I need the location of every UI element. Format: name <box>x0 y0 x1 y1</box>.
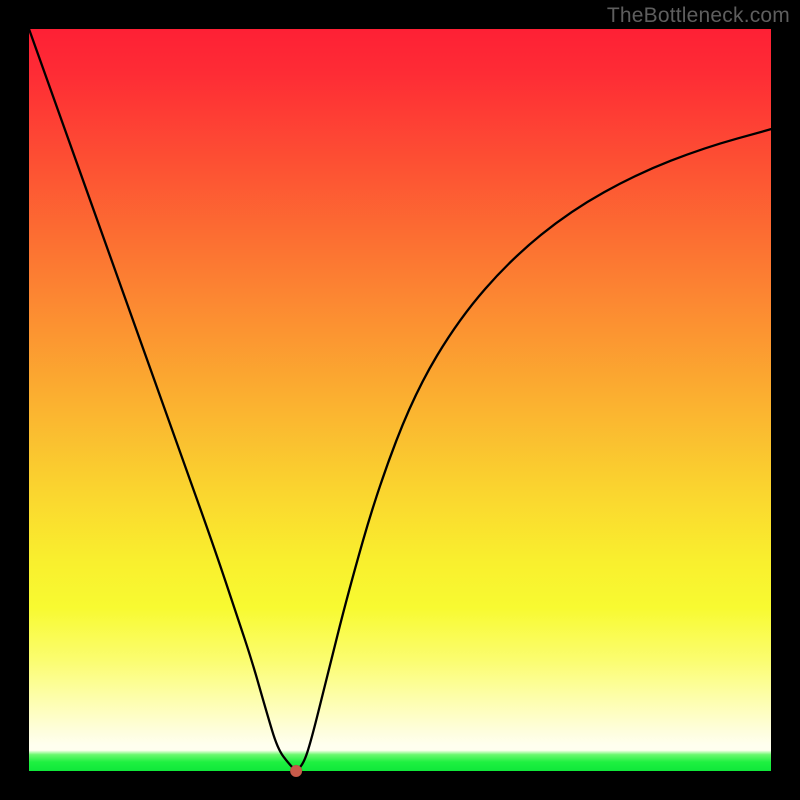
chart-stage: TheBottleneck.com <box>0 0 800 800</box>
curve-svg <box>29 29 771 771</box>
plot-area <box>29 29 771 771</box>
watermark-text: TheBottleneck.com <box>607 4 790 28</box>
bottleneck-curve-path <box>29 29 771 769</box>
optimal-point-marker <box>290 765 302 777</box>
